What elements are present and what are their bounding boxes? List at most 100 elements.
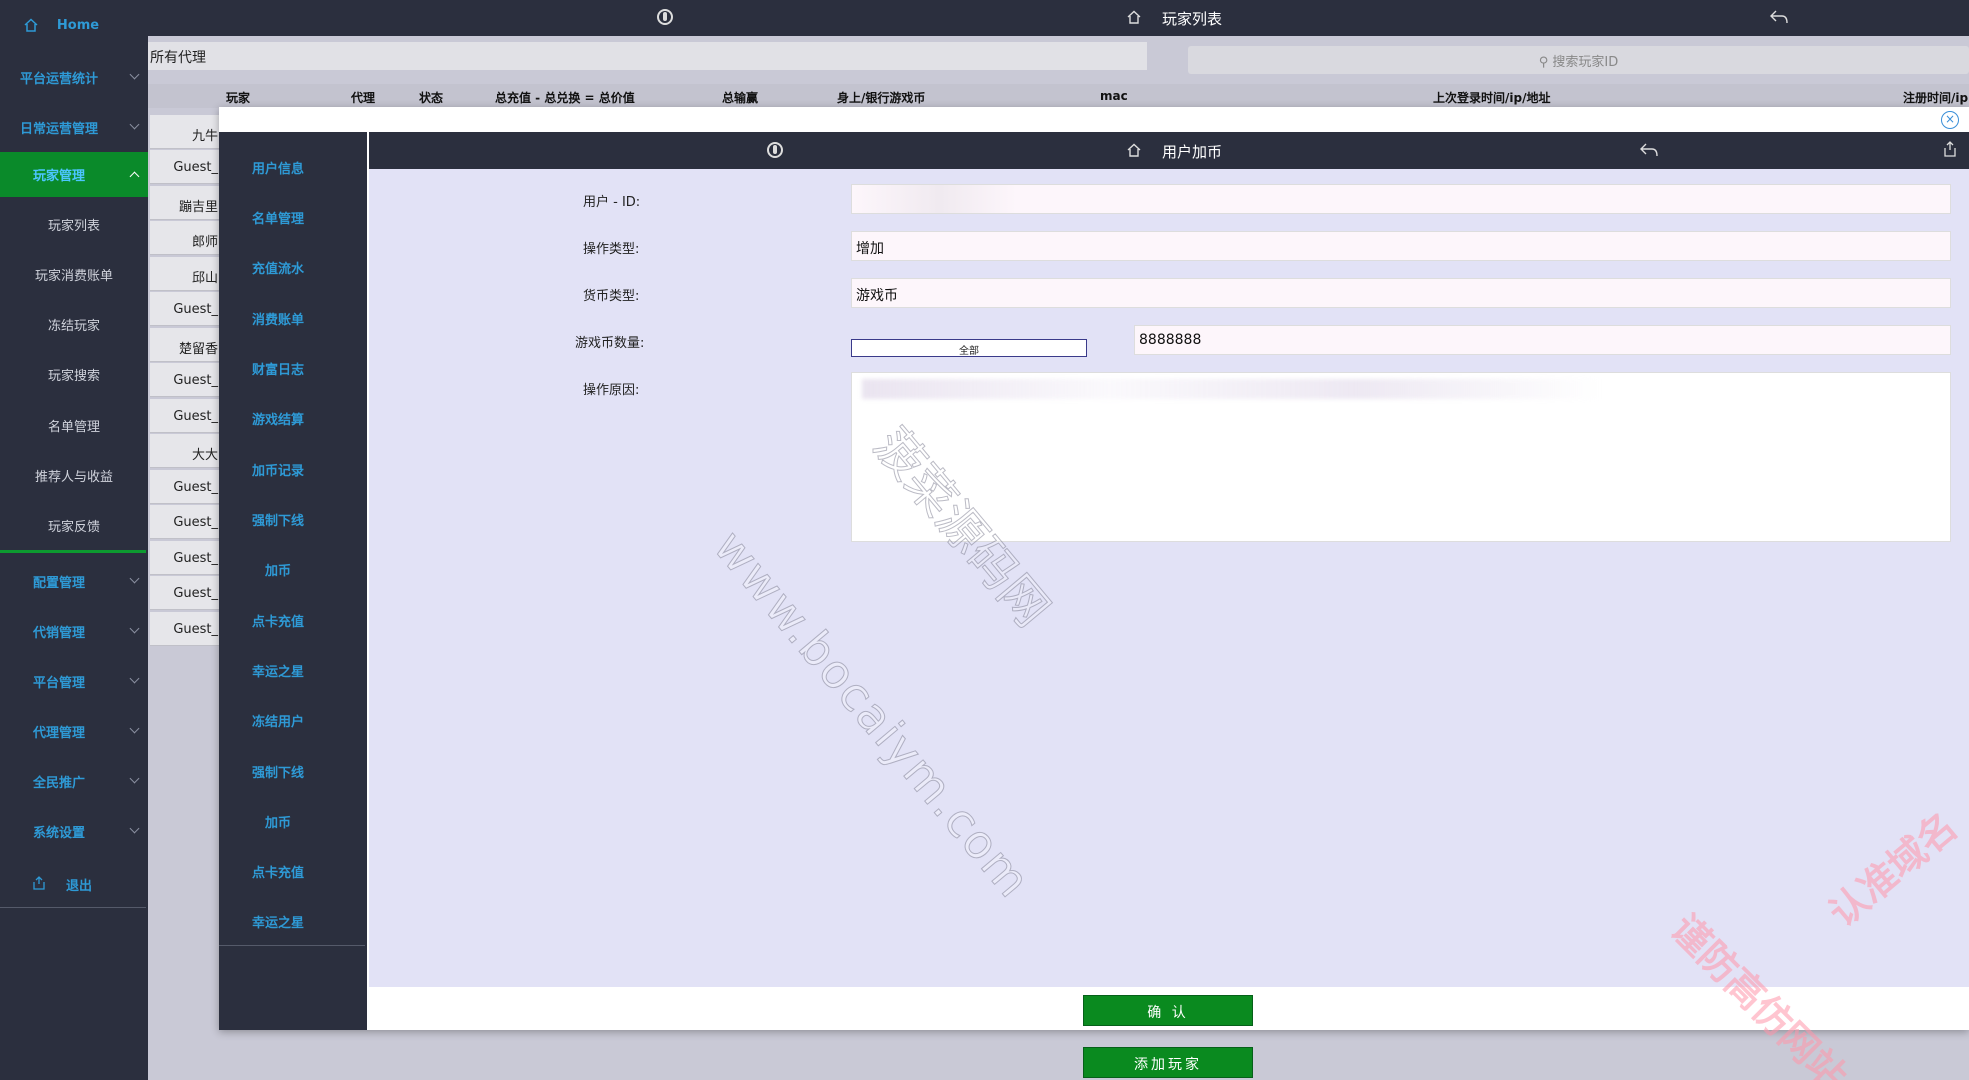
- modal-nav-add-coins[interactable]: 加币: [219, 560, 337, 579]
- modal-nav-recharge-flow[interactable]: 充值流水: [219, 258, 337, 277]
- table-row[interactable]: 九牛: [150, 115, 220, 149]
- modal-nav-wealth-log[interactable]: 财富日志: [219, 359, 337, 378]
- sidebar-group-label: 系统设置: [32, 825, 85, 841]
- all-amount-button[interactable]: 全部: [851, 339, 1087, 357]
- modal-title: 用户加币: [1162, 143, 1223, 161]
- sidebar-item-player-search[interactable]: 玩家搜索: [0, 365, 148, 384]
- agent-filter-select[interactable]: 所有代理: [148, 42, 1147, 70]
- home-icon[interactable]: [1127, 143, 1141, 157]
- modal-nav-lucky-star-2[interactable]: 幸运之星: [219, 912, 337, 931]
- sidebar-item-player-bills[interactable]: 玩家消费账单: [0, 265, 148, 284]
- chevron-down-icon: [129, 69, 140, 80]
- modal-nav-game-settle[interactable]: 游戏结算: [219, 409, 337, 428]
- op-type-select[interactable]: 增加: [851, 231, 1951, 261]
- table-row[interactable]: Guest_: [150, 505, 220, 539]
- table-row[interactable]: 楚留香: [150, 328, 220, 362]
- modal-nav-list-mgmt[interactable]: 名单管理: [219, 208, 337, 227]
- user-id-label: 用户 - ID:: [583, 195, 641, 210]
- table-row[interactable]: Guest_: [150, 363, 220, 397]
- sidebar-group-config[interactable]: 配置管理: [0, 568, 148, 594]
- table-row[interactable]: Guest_: [150, 399, 220, 433]
- col-header: 注册时间/ip: [1903, 91, 1969, 105]
- logout-icon: [33, 876, 45, 890]
- sidebar-group-daily-ops[interactable]: 日常运营管理: [0, 114, 148, 140]
- modal-nav-card-recharge-2[interactable]: 点卡充值: [219, 862, 337, 881]
- sidebar-group-promotion[interactable]: 全民推广: [0, 768, 148, 794]
- reason-label: 操作原因:: [583, 383, 640, 398]
- table-row[interactable]: 邱山: [150, 257, 220, 291]
- modal-nav-add-coins-2[interactable]: 加币: [219, 812, 337, 831]
- sidebar-group-label: 日常运营管理: [19, 121, 98, 137]
- top-bar: 玩家列表: [148, 0, 1969, 36]
- search-icon: ⚲: [1538, 55, 1549, 70]
- modal-sidebar: 用户信息 名单管理 充值流水 消费账单 财富日志 游戏结算 加币记录 强制下线 …: [219, 132, 367, 1030]
- modal-top-bar: 用户加币: [369, 132, 1969, 169]
- col-header: 代理: [351, 91, 376, 105]
- sidebar-item-player-list[interactable]: 玩家列表: [0, 215, 148, 234]
- add-player-button[interactable]: 添加玩家: [1083, 1047, 1253, 1078]
- sidebar-group-system[interactable]: 系统设置: [0, 818, 148, 844]
- sidebar-item-feedback[interactable]: 玩家反馈: [0, 516, 148, 535]
- col-header: 上次登录时间/ip/地址: [1433, 91, 1551, 105]
- op-type-label: 操作类型:: [583, 242, 640, 257]
- sidebar-bottom-divider: [0, 907, 146, 908]
- currency-type-select[interactable]: 游戏币: [851, 278, 1951, 308]
- sidebar-group-agent[interactable]: 代理管理: [0, 718, 148, 744]
- amount-label: 游戏币数量:: [575, 336, 645, 351]
- chevron-up-icon: [129, 171, 140, 181]
- table-row[interactable]: 蹦吉里: [150, 186, 220, 220]
- sidebar-group-platform[interactable]: 平台管理: [0, 668, 148, 694]
- chevron-down-icon: [129, 723, 140, 734]
- modal-sidebar-divider: [219, 945, 365, 946]
- sidebar-group-label: 玩家管理: [32, 169, 85, 184]
- close-icon[interactable]: ×: [1941, 111, 1959, 129]
- chevron-down-icon: [129, 119, 140, 130]
- table-row[interactable]: Guest_: [150, 150, 220, 184]
- table-row[interactable]: Guest_: [150, 541, 220, 575]
- sidebar-group-consign[interactable]: 代销管理: [0, 618, 148, 644]
- modal-nav-force-logout[interactable]: 强制下线: [219, 510, 337, 529]
- share-icon[interactable]: [1943, 141, 1957, 157]
- amount-input[interactable]: 8888888: [1134, 325, 1951, 355]
- modal-nav-consume-bills[interactable]: 消费账单: [219, 309, 337, 328]
- table-header: 玩家 代理 状态 总充值 - 总兑换 = 总价值 总输赢 身上/银行游戏币 ma…: [148, 84, 1969, 108]
- sidebar-home[interactable]: Home: [0, 12, 148, 38]
- table-row[interactable]: 大大: [150, 434, 220, 468]
- sidebar-group-player-mgmt[interactable]: 玩家管理: [0, 152, 148, 197]
- sidebar-group-label: 全民推广: [32, 775, 85, 791]
- modal-nav-force-logout-2[interactable]: 强制下线: [219, 762, 337, 781]
- modal-nav-user-info[interactable]: 用户信息: [219, 158, 337, 177]
- sidebar-group-label: 平台运营统计: [19, 71, 98, 87]
- reason-textarea[interactable]: [851, 372, 1951, 542]
- modal-footer: 确 认: [369, 987, 1969, 1030]
- sidebar-item-frozen-players[interactable]: 冻结玩家: [0, 315, 148, 334]
- modal-nav-card-recharge[interactable]: 点卡充值: [219, 611, 337, 630]
- sidebar-item-list-mgmt[interactable]: 名单管理: [0, 416, 148, 435]
- blurred-text: [862, 379, 1602, 399]
- player-search-input[interactable]: ⚲ 搜索玩家ID: [1188, 46, 1969, 74]
- back-icon[interactable]: [1770, 10, 1788, 24]
- currency-type-label: 货币类型:: [583, 289, 640, 304]
- home-icon[interactable]: [1127, 10, 1141, 24]
- table-row[interactable]: Guest_: [150, 292, 220, 326]
- sidebar-logout[interactable]: 退出: [0, 871, 148, 897]
- sidebar-divider: [0, 550, 146, 553]
- table-row[interactable]: Guest_: [150, 612, 220, 646]
- table-row[interactable]: Guest_: [150, 470, 220, 504]
- table-row[interactable]: 郎师: [150, 221, 220, 255]
- modal-nav-coin-records[interactable]: 加币记录: [219, 460, 337, 479]
- sidebar-item-referrers[interactable]: 推荐人与收益: [0, 466, 148, 485]
- sidebar-home-label: Home: [56, 17, 100, 33]
- modal-nav-lucky-star[interactable]: 幸运之星: [219, 661, 337, 680]
- modal-nav-freeze-user[interactable]: 冻结用户: [219, 711, 337, 730]
- user-id-field[interactable]: [851, 184, 1951, 214]
- add-coins-modal: × 用户信息 名单管理 充值流水 消费账单 财富日志 游戏结算 加币记录 强制下…: [219, 107, 1969, 1030]
- user-icon[interactable]: [657, 9, 673, 25]
- home-icon: [24, 18, 38, 32]
- sidebar-group-label: 配置管理: [32, 575, 85, 591]
- table-row[interactable]: Guest_: [150, 576, 220, 610]
- back-icon[interactable]: [1640, 143, 1658, 157]
- sidebar-group-platform-stats[interactable]: 平台运营统计: [0, 64, 148, 90]
- confirm-button[interactable]: 确 认: [1083, 995, 1253, 1026]
- user-icon[interactable]: [767, 142, 783, 158]
